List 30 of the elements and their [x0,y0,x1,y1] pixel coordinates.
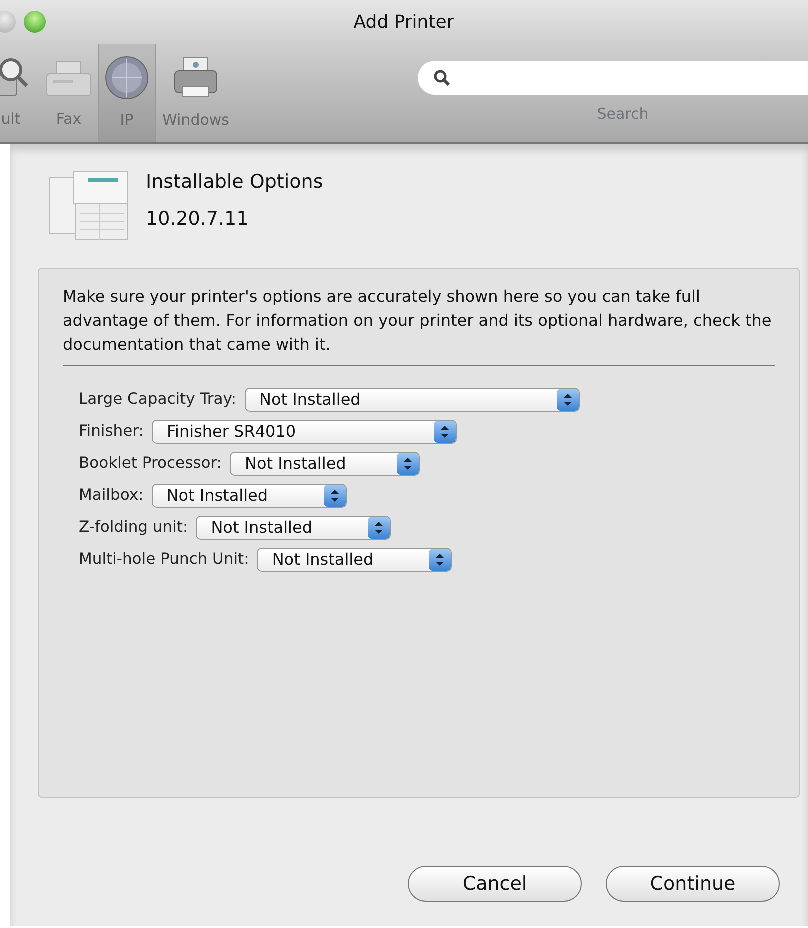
option-label: Z-folding unit: [79,517,188,538]
popup-menu[interactable]: Not Installed [244,388,580,412]
stepper-icon [429,549,452,571]
option-label: Multi-hole Punch Unit: [79,549,250,570]
stepper-icon [434,421,456,443]
zoom-button[interactable] [0,11,16,33]
option-label: Large Capacity Tray: [79,389,237,410]
stepper-icon [556,389,579,411]
search-field[interactable] [418,60,808,95]
stepper-icon [368,517,390,539]
popup-menu[interactable]: Finisher SR4010 [152,420,457,444]
dialog-button[interactable]: Continue [606,866,780,902]
popup-menu[interactable]: Not Installed [230,452,420,476]
popup-menu[interactable]: Not Installed [257,548,452,572]
stepper-icon [397,453,420,475]
option-label: Booklet Processor: [79,453,222,474]
option-label: Finisher: [79,421,144,442]
window-title: Add Printer [354,10,454,34]
stepper-icon [324,485,346,507]
option-label: Mailbox: [79,485,144,506]
search-label: Search [597,104,649,125]
zoom-button[interactable] [24,11,46,33]
description-text: Make sure your printer's options are accurately shown here so you can take full advantage of them. For information on your printer and its optional hardware, check the documentation that came with it. [63,286,773,356]
search-icon [434,70,450,86]
sheet-title: Installable Options [146,170,324,195]
popup-menu[interactable]: Not Installed [196,516,392,540]
popup-menu[interactable]: Not Installed [152,484,347,508]
globe-icon [104,54,150,101]
printer-address: 10.20.7.11 [146,206,250,232]
dialog-button[interactable]: Cancel [408,866,582,902]
